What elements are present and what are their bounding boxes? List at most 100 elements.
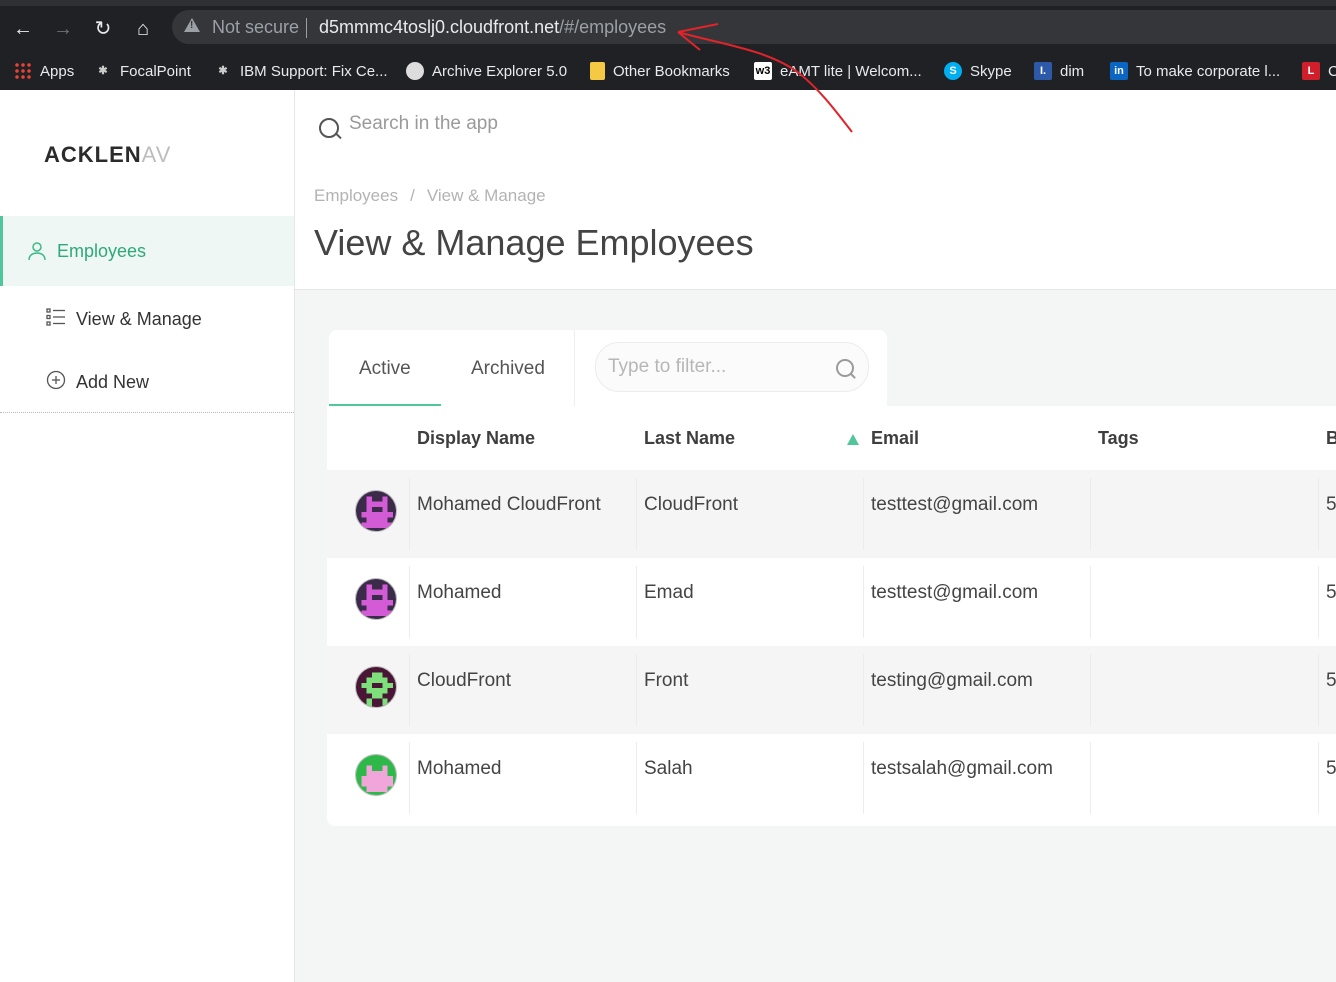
omnibox-divider: [306, 18, 307, 38]
focalpoint-icon: ✱: [98, 65, 108, 77]
cell-divider: [863, 654, 864, 726]
avatar: [355, 578, 397, 620]
sidebar-divider: [0, 412, 294, 413]
tabs-card: Active Archived: [329, 330, 887, 406]
table-row[interactable]: Mohamed CloudFront CloudFront testtest@g…: [327, 470, 1336, 558]
forward-icon[interactable]: →: [48, 14, 78, 44]
bookmark-label: eAMT lite | Welcom...: [780, 62, 922, 80]
sidebar-item-employees[interactable]: Employees: [0, 216, 294, 286]
cell-b: 5: [1326, 582, 1336, 603]
bookmark-dim[interactable]: I. dim: [1034, 57, 1084, 85]
bookmark-archive[interactable]: Archive Explorer 5.0: [406, 57, 567, 85]
cell-divider: [636, 566, 637, 638]
cell-divider: [636, 654, 637, 726]
plus-circle-icon: [46, 370, 68, 395]
table-row[interactable]: Mohamed Emad testtest@gmail.com 5: [327, 558, 1336, 646]
bookmark-apps[interactable]: Apps: [14, 57, 74, 85]
skype-icon: S: [944, 62, 962, 80]
column-display-name[interactable]: Display Name: [417, 428, 535, 449]
column-email[interactable]: Email: [871, 428, 919, 449]
tab-active[interactable]: Active: [359, 358, 411, 380]
bookmark-label: To make corporate l...: [1136, 62, 1281, 80]
address-bar[interactable]: Not secure d5mmmc4toslj0.cloudfront.net/…: [172, 10, 1336, 44]
logo-text-faded: AV: [141, 142, 170, 167]
table-row[interactable]: CloudFront Front testing@gmail.com 5: [327, 646, 1336, 734]
cell-display-name: Mohamed: [417, 582, 502, 603]
home-icon[interactable]: ⌂: [128, 14, 158, 44]
table-row[interactable]: Mohamed Salah testsalah@gmail.com 5: [327, 734, 1336, 822]
page-header: Employees / View & Manage View & Manage Em…: [295, 172, 1336, 290]
bookmark-label: Archive Explorer 5.0: [432, 62, 568, 80]
breadcrumb-separator: /: [410, 186, 415, 205]
bookmark-eamt[interactable]: w3 eAMT lite | Welcom...: [754, 57, 922, 85]
w3-icon: w3: [754, 62, 772, 80]
warning-icon[interactable]: [184, 18, 200, 32]
sidebar-item-view-manage[interactable]: View & Manage: [0, 299, 294, 339]
tab-archived[interactable]: Archived: [471, 358, 545, 380]
logo-text: ACKLEN: [44, 142, 142, 167]
cell-divider: [863, 742, 864, 814]
page-title: View & Manage Employees: [314, 222, 754, 263]
url-path: /#/employees: [559, 17, 667, 37]
employees-table: Display Name Last Name Email Tags B Moha…: [327, 406, 1336, 826]
cell-email: testing@gmail.com: [871, 670, 1033, 691]
bookmark-l[interactable]: L C: [1302, 57, 1336, 85]
user-icon: [27, 241, 47, 261]
bookmark-linkedin[interactable]: in To make corporate l...: [1110, 57, 1280, 85]
sidebar-item-label: Employees: [57, 240, 147, 261]
reload-icon[interactable]: ↻: [88, 14, 118, 44]
not-secure-label[interactable]: Not secure: [212, 17, 299, 38]
app-topbar: [295, 90, 1336, 172]
bookmark-other[interactable]: Other Bookmarks: [590, 57, 730, 85]
sidebar-item-add-new[interactable]: Add New: [0, 362, 294, 402]
avatar: [355, 754, 397, 796]
sidebar-item-label: View & Manage: [76, 308, 202, 329]
bookmark-label: Skype: [970, 62, 1012, 80]
l-icon: L: [1302, 62, 1320, 80]
table-header: Display Name Last Name Email Tags B: [327, 406, 1336, 470]
bookmark-label: Apps: [40, 62, 75, 80]
breadcrumb-employees[interactable]: Employees: [314, 186, 398, 205]
search-icon[interactable]: [319, 118, 339, 138]
column-last-name[interactable]: Last Name: [644, 428, 735, 449]
cell-last-name: Front: [644, 670, 689, 691]
cell-display-name: Mohamed: [417, 758, 502, 779]
cell-divider: [1090, 742, 1091, 814]
bookmark-skype[interactable]: S Skype: [944, 57, 1012, 85]
i-icon: I.: [1034, 62, 1052, 80]
cell-divider: [863, 478, 864, 550]
cell-divider: [1318, 566, 1319, 638]
cell-email: testtest@gmail.com: [871, 494, 1039, 515]
filter-input[interactable]: [606, 355, 820, 379]
cell-b: 5: [1326, 758, 1336, 779]
bookmark-focalpoint[interactable]: ✱ FocalPoint: [94, 57, 190, 85]
app-logo[interactable]: ACKLENAV: [44, 142, 170, 168]
cell-last-name: CloudFront: [644, 494, 738, 515]
avatar: [355, 666, 397, 708]
tabs-divider: [574, 330, 575, 406]
app-search-input[interactable]: [347, 112, 951, 136]
cell-b: 5: [1326, 494, 1336, 515]
sidebar-item-label: Add New: [76, 371, 150, 392]
apps-grid-icon: [14, 62, 32, 80]
avatar: [355, 490, 397, 532]
ibm-icon: ✱: [218, 65, 228, 77]
sort-ascending-icon[interactable]: [847, 434, 859, 445]
filter-box[interactable]: [595, 342, 869, 392]
bookmark-label: C: [1328, 62, 1336, 80]
browser-toolbar: ← → ↻ ⌂ Not secure d5mmmc4toslj0.cloudfr…: [0, 0, 1336, 52]
cell-display-name: Mohamed CloudFront: [417, 494, 601, 515]
breadcrumb-view-manage[interactable]: View & Manage: [427, 186, 546, 205]
bookmark-label: dim: [1060, 62, 1085, 80]
column-tags[interactable]: Tags: [1098, 428, 1139, 449]
bookmark-ibm[interactable]: ✱ IBM Support: Fix Ce...: [214, 57, 387, 85]
linkedin-icon: in: [1110, 62, 1128, 80]
url-text[interactable]: d5mmmc4toslj0.cloudfront.net/#/employees: [319, 17, 666, 38]
column-b[interactable]: B: [1326, 428, 1336, 449]
cell-divider: [409, 478, 410, 550]
search-icon[interactable]: [836, 359, 854, 377]
cell-divider: [1318, 742, 1319, 814]
back-icon[interactable]: ←: [8, 14, 38, 44]
cell-divider: [636, 478, 637, 550]
archive-icon: [406, 62, 424, 80]
